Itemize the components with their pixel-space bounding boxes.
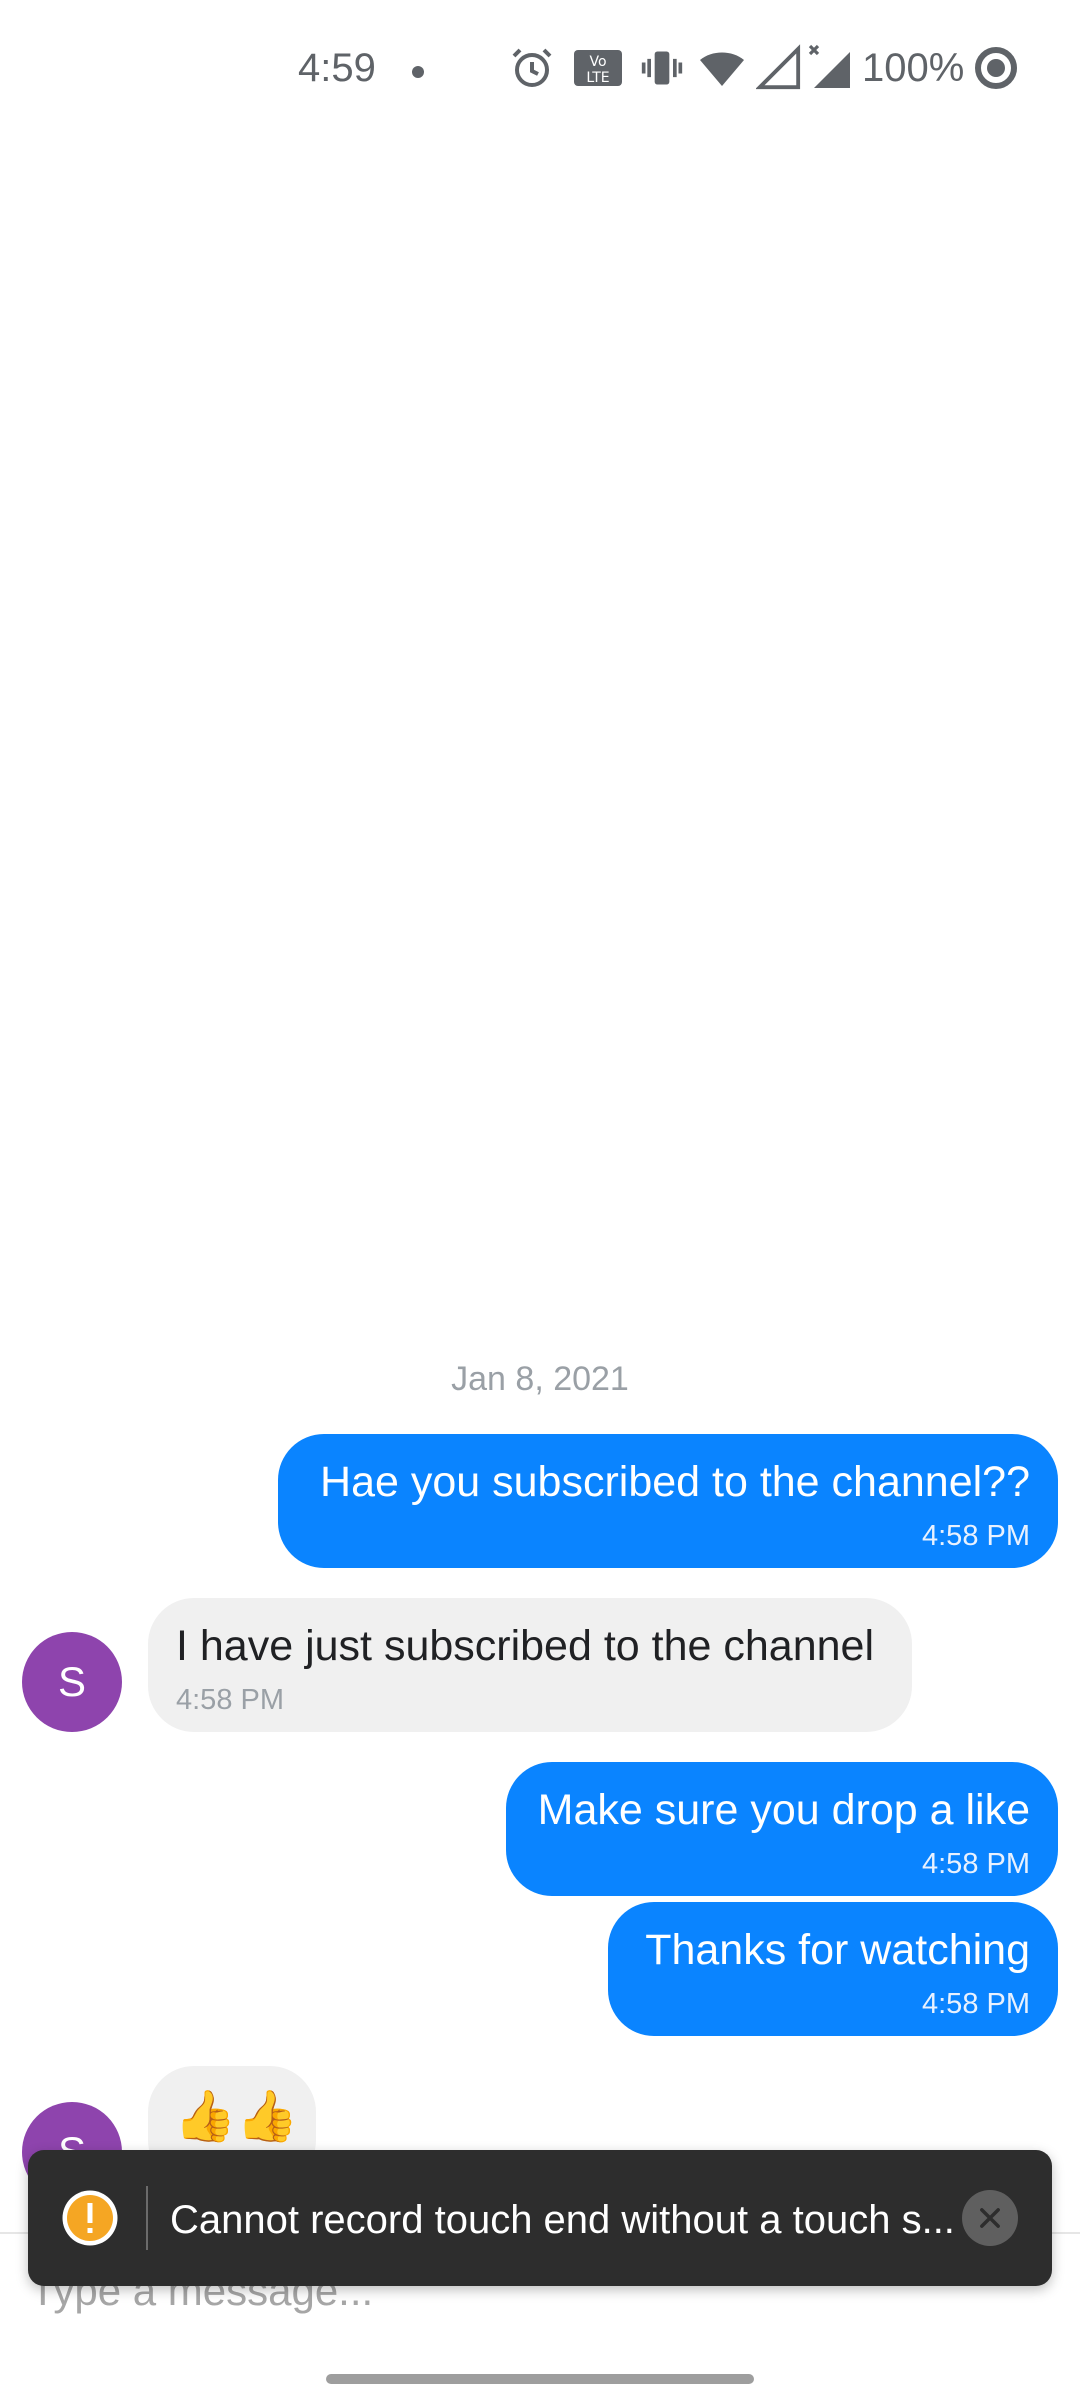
messaging-screen: 4:59 Vo LTE 100% Jan 8, 2021 Hae you sub… <box>0 0 1080 2400</box>
svg-text:Vo: Vo <box>589 54 606 70</box>
message-text: Make sure you drop a like <box>537 1786 1030 1834</box>
message-text: I have just subscribed to the channel <box>176 1622 874 1670</box>
avatar[interactable]: S <box>22 1632 122 1732</box>
snackbar-close-button[interactable] <box>962 2190 1018 2246</box>
snackbar-message: Cannot record touch end without a touch … <box>170 2198 955 2242</box>
incoming-message-bubble[interactable]: I have just subscribed to the channel 4:… <box>148 1598 912 1732</box>
signal-icon <box>756 44 801 90</box>
close-icon <box>980 2208 1000 2228</box>
status-bar: 4:59 Vo LTE 100% <box>0 0 1080 140</box>
message-time: 4:58 PM <box>922 1848 1030 1880</box>
status-time: 4:59 <box>298 46 376 90</box>
date-separator: Jan 8, 2021 <box>451 1360 629 1398</box>
notification-dot-icon <box>412 66 424 78</box>
battery-percentage: 100% <box>862 46 965 90</box>
volte-icon: Vo LTE <box>574 50 622 86</box>
vibrate-icon <box>641 51 683 85</box>
message-time: 4:58 PM <box>922 1988 1030 2020</box>
outgoing-message-bubble[interactable]: Make sure you drop a like 4:58 PM <box>506 1762 1058 1896</box>
message-time: 4:58 PM <box>922 1520 1030 1552</box>
snackbar-divider <box>146 2186 148 2250</box>
message-text: Hae you subscribed to the channel?? <box>320 1458 1030 1506</box>
outgoing-message-bubble[interactable]: Hae you subscribed to the channel?? 4:58… <box>278 1434 1058 1568</box>
message-time: 4:58 PM <box>176 1684 284 1716</box>
signal-no-data-icon <box>808 44 850 88</box>
battery-saver-icon <box>975 47 1017 89</box>
warning-icon <box>62 2190 118 2246</box>
wifi-icon <box>700 52 744 86</box>
svg-text:LTE: LTE <box>586 70 609 86</box>
outgoing-message-bubble[interactable]: Thanks for watching 4:58 PM <box>608 1902 1058 2036</box>
message-text: 👍👍 <box>174 2088 299 2144</box>
home-indicator[interactable] <box>326 2374 754 2384</box>
error-snackbar: Cannot record touch end without a touch … <box>28 2150 1052 2286</box>
message-text: Thanks for watching <box>645 1926 1030 1974</box>
alarm-icon <box>512 48 552 87</box>
